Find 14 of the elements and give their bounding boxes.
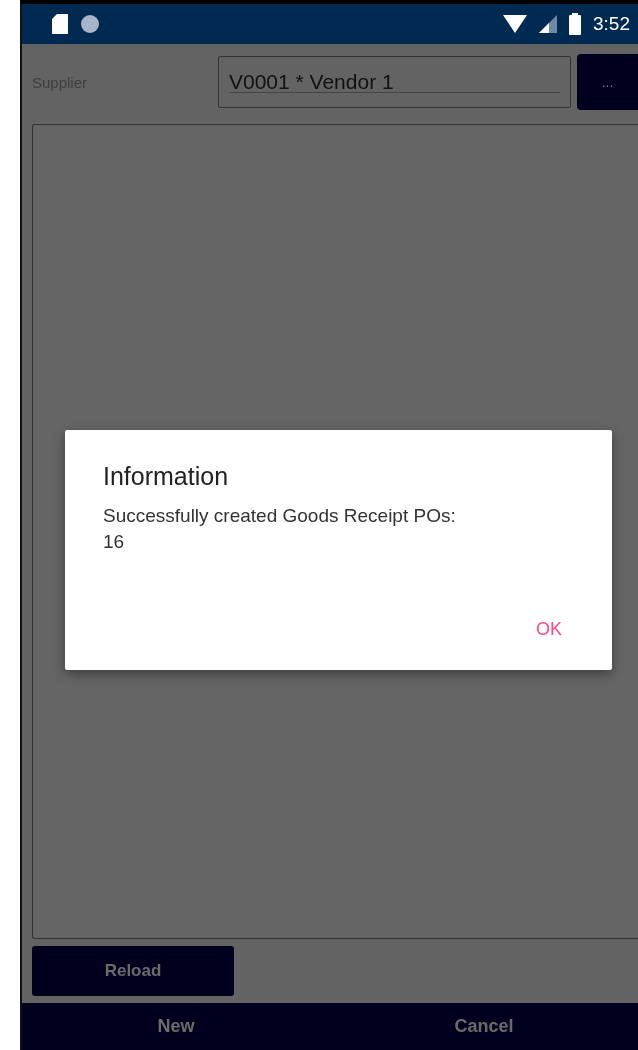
- bottom-bar-button[interactable]: New: [22, 1003, 330, 1050]
- dialog-message: Successfully created Goods Receipt POs: 16: [103, 504, 457, 554]
- wifi-icon: [503, 15, 527, 33]
- reload-button[interactable]: Reload: [32, 946, 234, 996]
- dialog-title: Information: [103, 462, 230, 491]
- status-time: 3:52: [593, 13, 630, 35]
- ok-button[interactable]: OK: [524, 611, 574, 648]
- browse-button[interactable]: ...: [577, 54, 638, 110]
- supplier-field[interactable]: V0001 * Vendor 1: [218, 56, 571, 108]
- circle-icon: [80, 14, 100, 34]
- signal-icon: [539, 15, 557, 33]
- battery-icon: [569, 13, 581, 35]
- bottom-bar-button[interactable]: Cancel: [330, 1003, 638, 1050]
- sd-card-icon: [52, 14, 68, 34]
